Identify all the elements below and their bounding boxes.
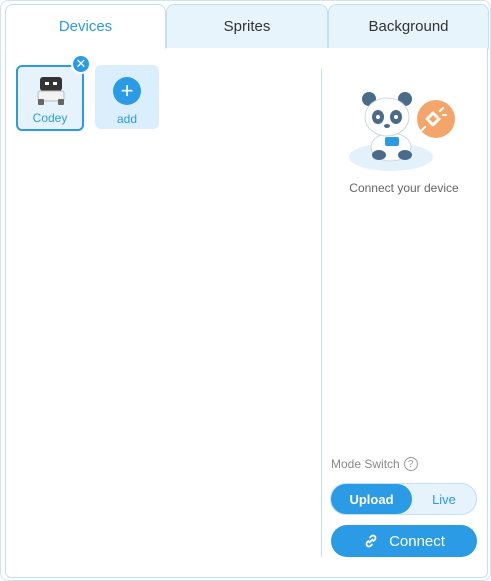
- codey-robot-icon: [37, 77, 65, 105]
- mode-toggle: Upload Live: [330, 483, 477, 515]
- mode-switch-label: Mode Switch ?: [331, 457, 418, 471]
- plus-icon: +: [113, 77, 141, 105]
- tab-sprites[interactable]: Sprites: [166, 4, 328, 49]
- mode-live-option[interactable]: Live: [412, 484, 476, 514]
- tab-bar: Devices Sprites Background: [1, 1, 490, 49]
- connect-label: Connect: [389, 532, 445, 550]
- help-icon[interactable]: ?: [403, 457, 418, 471]
- add-label: add: [116, 112, 138, 126]
- mode-upload-option[interactable]: Upload: [331, 484, 412, 514]
- tab-devices[interactable]: Devices: [5, 4, 166, 49]
- tab-background[interactable]: Background: [328, 4, 489, 49]
- panda-disconnected-icon: [349, 92, 455, 171]
- mode-switch-text: Mode Switch: [331, 457, 400, 471]
- remove-device-button[interactable]: ✕: [71, 54, 91, 74]
- devices-panel: Devices Sprites Background Codey ✕ + add: [0, 0, 491, 581]
- close-icon: ✕: [75, 56, 87, 71]
- add-device-button[interactable]: + add: [95, 65, 159, 129]
- device-tile-codey[interactable]: Codey: [16, 65, 84, 131]
- connect-button[interactable]: Connect: [331, 525, 477, 557]
- device-label: Codey: [32, 111, 68, 125]
- vertical-divider: [321, 69, 322, 557]
- link-icon: [365, 534, 377, 548]
- connect-message: Connect your device: [349, 181, 459, 195]
